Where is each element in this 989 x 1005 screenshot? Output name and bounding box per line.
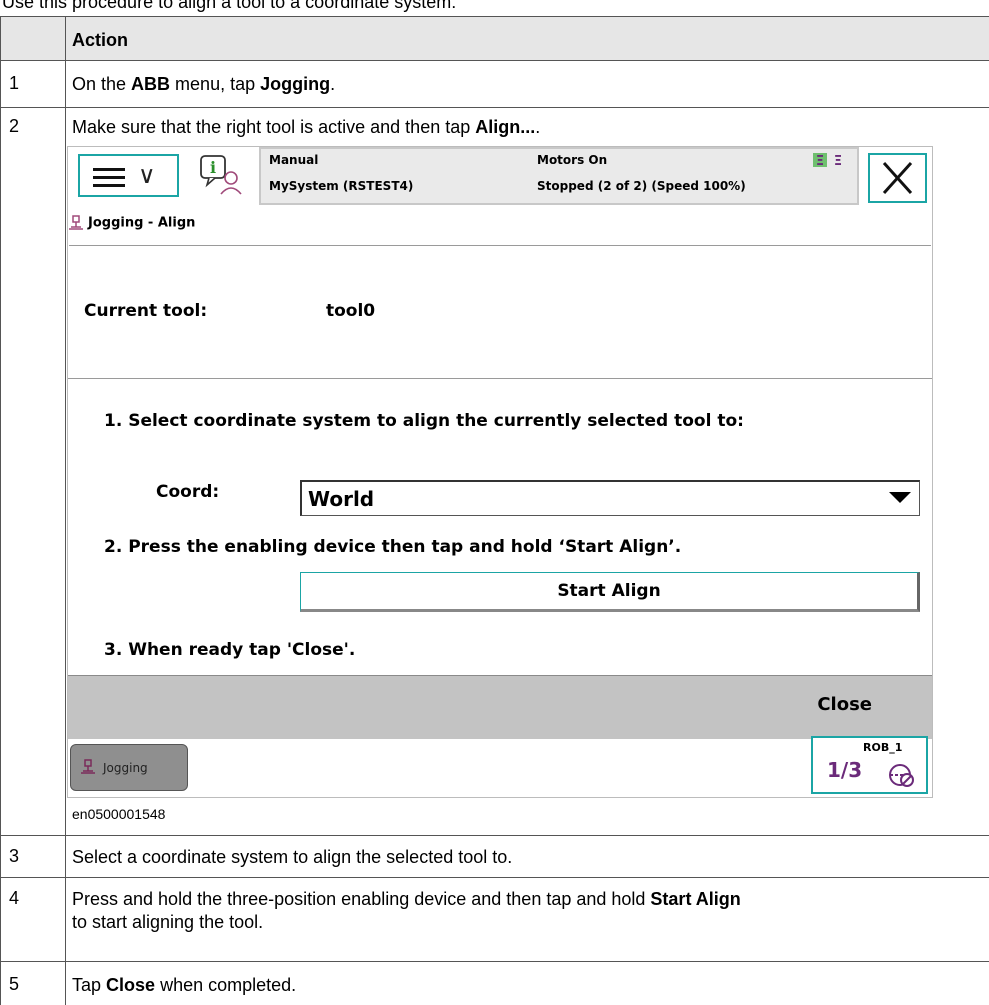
svg-text:Ξ: Ξ [816,154,824,169]
dropdown-arrow-icon [889,492,911,503]
mechanical-unit-label: ROB_1 [863,741,903,754]
breadcrumb: Jogging - Align [68,215,195,231]
command-bar: Close [68,675,932,739]
operating-mode: Manual [269,153,319,167]
figure-caption: en0500001548 [72,806,166,822]
step-number: 4 [1,878,66,961]
step-text: Make sure that the right tool is active … [72,117,541,137]
abb-menu-button[interactable]: ∨ [78,154,179,197]
step-number: 2 [1,108,66,835]
header-num [1,17,66,60]
status-bar[interactable]: Manual MySystem (RSTEST4) Motors On Stop… [259,147,859,205]
current-tool-value: tool0 [326,301,376,321]
coord-dropdown[interactable]: World [300,480,920,516]
chevron-down-icon: ∨ [138,161,156,189]
step-number: 3 [1,836,66,877]
taskbar-jogging-label: Jogging [103,761,148,775]
breadcrumb-label: Jogging - Align [88,215,196,231]
step-number: 1 [1,61,66,107]
start-align-button[interactable]: Start Align [300,572,920,612]
instruction-step-1: 1. Select coordinate system to align the… [104,411,744,431]
jogging-icon [81,759,95,774]
motors-state: Motors On [537,153,608,167]
table-row: 5 Tap Close when completed. [0,961,989,1005]
quickset-button[interactable]: ROB_1 1/3 [811,736,928,794]
flexpendant-screen: ∨ i Manual MySystem (RSTEST4) Motors On … [67,146,933,798]
coord-label: Coord: [156,482,220,502]
jogging-icon [69,215,83,230]
table-row: 4 Press and hold the three-position enab… [0,877,989,961]
intro-text: Use this procedure to align a tool to a … [2,0,457,12]
instruction-step-3: 3. When ready tap 'Close'. [104,640,356,660]
close-window-button[interactable] [868,153,927,203]
step-text: Tap Close when completed. [72,975,297,995]
svg-text:i: i [210,158,216,177]
step-text: Select a coordinate system to align the … [72,847,513,867]
step-text: Press and hold the three-position enabli… [72,889,741,932]
coord-selected-value: World [308,487,375,511]
table-row: 1 On the ABB menu, tap Jogging. [0,60,989,107]
instruction-step-2: 2. Press the enabling device then tap an… [104,537,682,557]
close-button[interactable]: Close [817,694,872,715]
step-text: On the ABB menu, tap Jogging. [72,74,336,94]
current-tool-label: Current tool: [84,301,208,321]
robot-status-icon: Ξ Ξ [813,153,842,169]
jog-lock-icon [889,764,914,787]
system-name: MySystem (RSTEST4) [269,179,414,193]
step-number: 5 [1,962,66,1005]
header-action: Action [72,30,128,50]
table-row: 3 Select a coordinate system to align th… [0,835,989,877]
divider [68,378,932,379]
close-icon [882,161,913,195]
event-log-icon[interactable]: i [199,154,245,196]
hamburger-icon [93,168,125,192]
taskbar-jogging-button[interactable]: Jogging [70,744,188,791]
table-header: Action [0,16,989,60]
increment-fraction: 1/3 [827,758,863,782]
svg-text:Ξ: Ξ [834,154,842,169]
program-state: Stopped (2 of 2) (Speed 100%) [537,179,746,193]
